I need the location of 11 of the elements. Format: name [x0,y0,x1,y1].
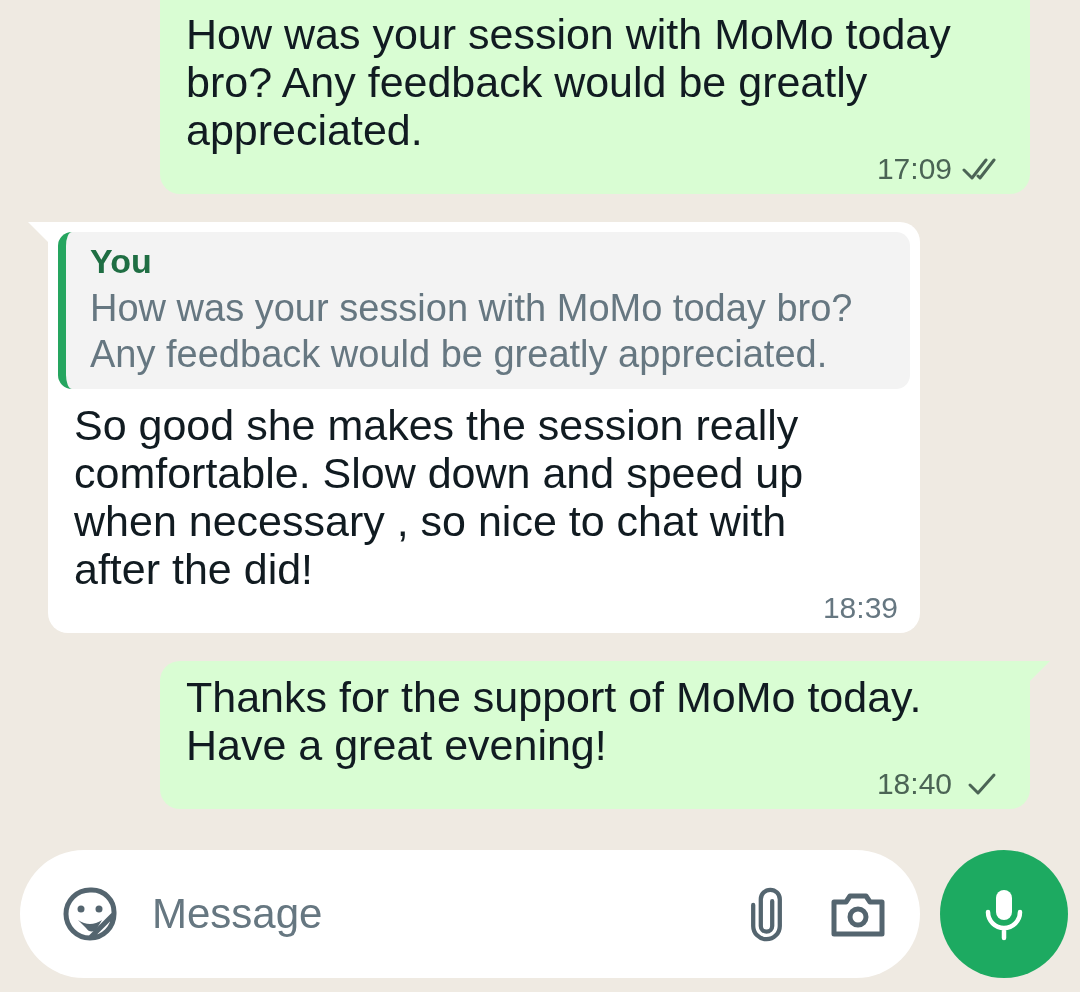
message-input[interactable]: Message [20,850,920,978]
quoted-message[interactable]: You How was your session with MoMo today bro? Any feedback would be greatly appreciated. [58,232,910,389]
message-text: Thanks for the support of MoMo today. Have a great evening! [186,673,923,769]
message-text: How was your session with MoMo today bro? Any feedback would be greatly appreciated. [186,10,952,154]
message-text: So good she makes the session really comfortable. Slow down and speed up when necessary , so nice to chat with after the did! [74,401,805,593]
message-time: 18:40 [876,767,952,801]
quote-author: You [90,242,153,281]
quote-text: How was your session with MoMo today bro? Any feedback would be greatly appreciated. [90,286,854,377]
message-field[interactable]: Message [150,889,708,939]
message-time: 18:39 [822,591,898,625]
message-time: 17:09 [876,152,952,186]
